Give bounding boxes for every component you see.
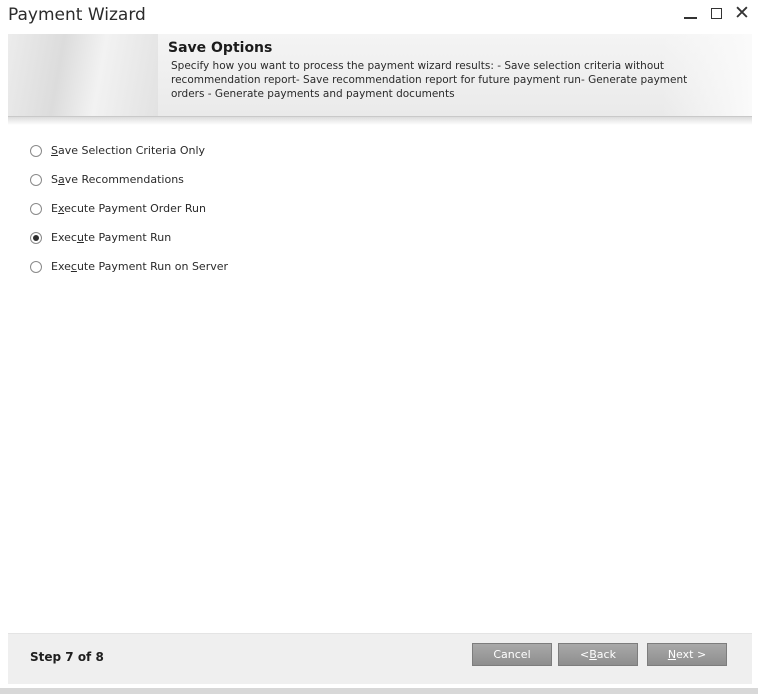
maximize-icon[interactable] <box>708 4 724 22</box>
radio-execute-payment-order-run[interactable] <box>30 202 42 215</box>
radio-save-selection-criteria[interactable] <box>30 144 42 157</box>
radio-execute-payment-run-on-server[interactable] <box>30 260 42 273</box>
title-bar[interactable]: Payment Wizard ✕ <box>0 0 758 32</box>
window-bottom-border <box>0 688 758 694</box>
option-label: Execute Payment Run on Server <box>51 260 229 273</box>
option-save-recommendations[interactable]: Save Recommendations <box>30 165 228 194</box>
banner-graphic <box>8 34 158 116</box>
header-banner: Save Options Specify how you want to pro… <box>8 34 752 117</box>
wizard-footer: Step 7 of 8 Cancel < Back Next > <box>8 633 752 684</box>
next-button[interactable]: Next > <box>647 643 727 666</box>
option-execute-payment-run-on-server[interactable]: Execute Payment Run on Server <box>30 252 228 281</box>
option-label: Execute Payment Run <box>51 231 172 244</box>
radio-execute-payment-run[interactable] <box>30 231 42 244</box>
option-save-selection-criteria[interactable]: Save Selection Criteria Only <box>30 136 228 165</box>
step-title: Save Options <box>168 40 273 56</box>
option-label: Save Recommendations <box>51 173 184 186</box>
step-indicator: Step 7 of 8 <box>30 650 104 664</box>
radio-save-recommendations[interactable] <box>30 173 42 186</box>
payment-wizard-window: Payment Wizard ✕ Save Options Specify ho… <box>0 0 758 694</box>
option-execute-payment-run[interactable]: Execute Payment Run <box>30 223 228 252</box>
close-icon[interactable]: ✕ <box>734 4 750 23</box>
window-title: Payment Wizard <box>8 5 146 25</box>
option-label: Save Selection Criteria Only <box>51 144 206 157</box>
banner-shadow <box>8 117 752 125</box>
step-description: Specify how you want to process the paym… <box>171 60 688 100</box>
window-controls: ✕ <box>682 4 750 23</box>
minimize-icon[interactable] <box>682 4 698 22</box>
option-label: Execute Payment Order Run <box>51 202 206 215</box>
cancel-button[interactable]: Cancel <box>472 643 552 666</box>
back-button[interactable]: < Back <box>558 643 638 666</box>
save-options-group: Save Selection Criteria Only Save Recomm… <box>30 136 228 281</box>
option-execute-payment-order-run[interactable]: Execute Payment Order Run <box>30 194 228 223</box>
